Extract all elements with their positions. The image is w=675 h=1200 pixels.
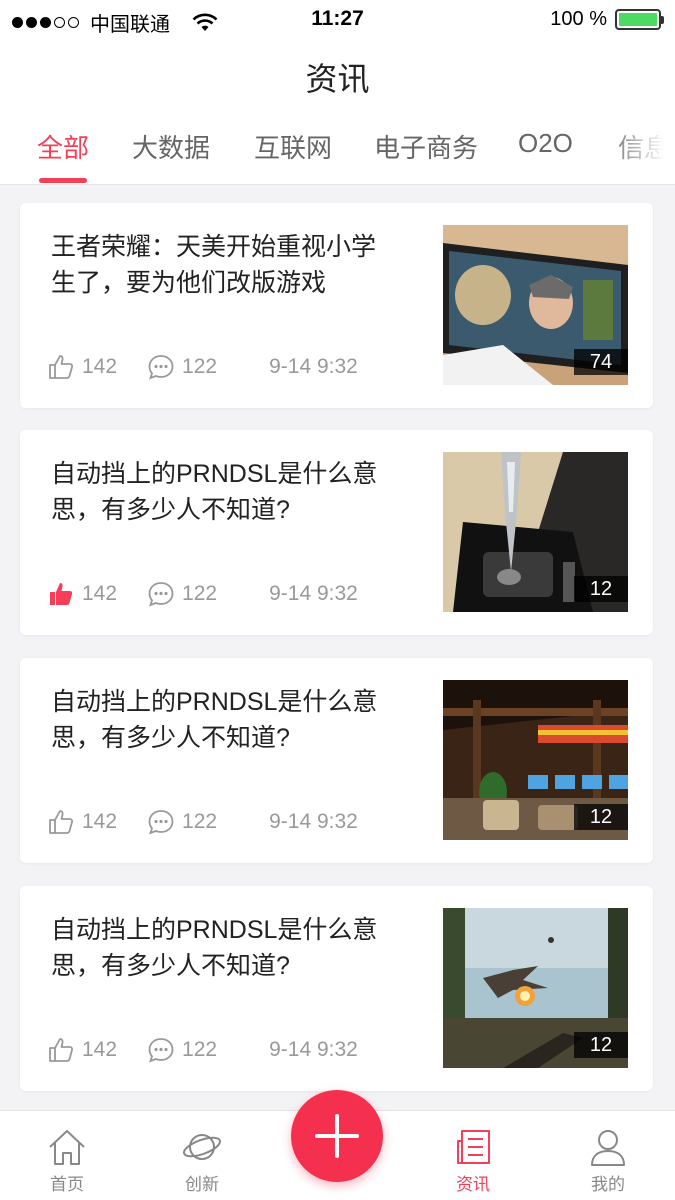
comment-icon[interactable] — [147, 580, 175, 608]
article-card[interactable]: 自动挡上的PRNDSL是什么意思，有多少人不知道? 142 122 9-14 9… — [20, 430, 653, 635]
category-tabs: 全部 大数据 互联网 电子商务 O2O 信息 — [0, 112, 675, 185]
comment-icon[interactable] — [147, 353, 175, 381]
article-date: 9-14 9:32 — [269, 810, 358, 833]
bottom-tab-label: 首页 — [50, 1175, 84, 1194]
thumbs-up-icon[interactable] — [47, 1036, 75, 1064]
article-title: 自动挡上的PRNDSL是什么意思，有多少人不知道? — [51, 916, 378, 980]
comment-count: 122 — [182, 1038, 218, 1061]
article-title: 自动挡上的PRNDSL是什么意思，有多少人不知道? — [51, 688, 378, 752]
article-title: 自动挡上的PRNDSL是什么意思，有多少人不知道? — [51, 460, 378, 524]
comment-icon[interactable] — [147, 1036, 175, 1064]
thumbs-up-icon[interactable] — [47, 353, 75, 381]
article-meta: 142 122 9-14 9:32 — [47, 808, 358, 836]
image-count-badge: 74 — [574, 349, 628, 375]
tab-o2o[interactable]: O2O — [518, 128, 573, 159]
article-card[interactable]: 自动挡上的PRNDSL是什么意思，有多少人不知道? 142 122 9-14 9… — [20, 658, 653, 863]
like-count: 142 — [82, 355, 118, 378]
tab-ecommerce[interactable]: 电子商务 — [374, 128, 478, 165]
comment-count: 122 — [182, 355, 218, 378]
user-icon — [591, 1130, 625, 1166]
battery-icon — [615, 9, 664, 30]
active-tab-indicator — [39, 178, 87, 183]
comment-count: 122 — [182, 810, 218, 833]
bottom-tab-label: 资讯 — [456, 1175, 490, 1194]
article-date: 9-14 9:32 — [269, 1038, 358, 1061]
tab-all[interactable]: 全部 — [37, 128, 89, 165]
image-count-badge: 12 — [574, 1032, 628, 1058]
bottom-tab-innovation[interactable]: 创新 — [152, 1127, 252, 1195]
thumbs-up-filled-icon[interactable] — [47, 580, 75, 608]
article-thumbnail[interactable]: 74 — [443, 225, 628, 385]
planet-icon — [182, 1134, 222, 1160]
home-icon — [49, 1130, 85, 1165]
status-bar: 中国联通 11:27 100 % — [0, 0, 675, 40]
bottom-tab-me[interactable]: 我的 — [558, 1127, 658, 1195]
bottom-tab-news[interactable]: 资讯 — [423, 1127, 523, 1195]
like-count: 142 — [82, 810, 118, 833]
page-title: 资讯 — [305, 61, 370, 97]
thumbs-up-icon[interactable] — [47, 808, 75, 836]
comment-count: 122 — [182, 582, 218, 605]
article-thumbnail[interactable]: 12 — [443, 908, 628, 1068]
add-button[interactable] — [291, 1090, 383, 1182]
bottom-tab-label: 我的 — [591, 1175, 625, 1194]
article-date: 9-14 9:32 — [269, 582, 358, 605]
bottom-tab-home[interactable]: 首页 — [17, 1127, 117, 1195]
article-meta: 142 122 9-14 9:32 — [47, 1036, 358, 1064]
article-title: 王者荣耀：天美开始重视小学生了，要为他们改版游戏 — [51, 233, 377, 297]
article-card[interactable]: 王者荣耀：天美开始重视小学生了，要为他们改版游戏 142 122 9-14 9:… — [20, 203, 653, 408]
nav-header: 资讯 — [0, 40, 675, 112]
tab-scroll-fade — [605, 112, 675, 184]
image-count-badge: 12 — [574, 576, 628, 602]
comment-icon[interactable] — [147, 808, 175, 836]
article-thumbnail[interactable]: 12 — [443, 680, 628, 840]
article-meta: 142 122 9-14 9:32 — [47, 580, 358, 608]
article-meta: 142 122 9-14 9:32 — [47, 353, 358, 381]
image-count-badge: 12 — [574, 804, 628, 830]
battery-status: 100 % — [550, 8, 664, 31]
news-icon — [457, 1130, 490, 1164]
battery-percent: 100 % — [550, 8, 607, 30]
tab-big-data[interactable]: 大数据 — [132, 128, 210, 165]
article-date: 9-14 9:32 — [269, 355, 358, 378]
tab-internet[interactable]: 互联网 — [254, 128, 332, 165]
article-card[interactable]: 自动挡上的PRNDSL是什么意思，有多少人不知道? 142 122 9-14 9… — [20, 886, 653, 1091]
like-count: 142 — [82, 582, 118, 605]
like-count: 142 — [82, 1038, 118, 1061]
article-thumbnail[interactable]: 12 — [443, 452, 628, 612]
bottom-tab-label: 创新 — [185, 1175, 219, 1194]
